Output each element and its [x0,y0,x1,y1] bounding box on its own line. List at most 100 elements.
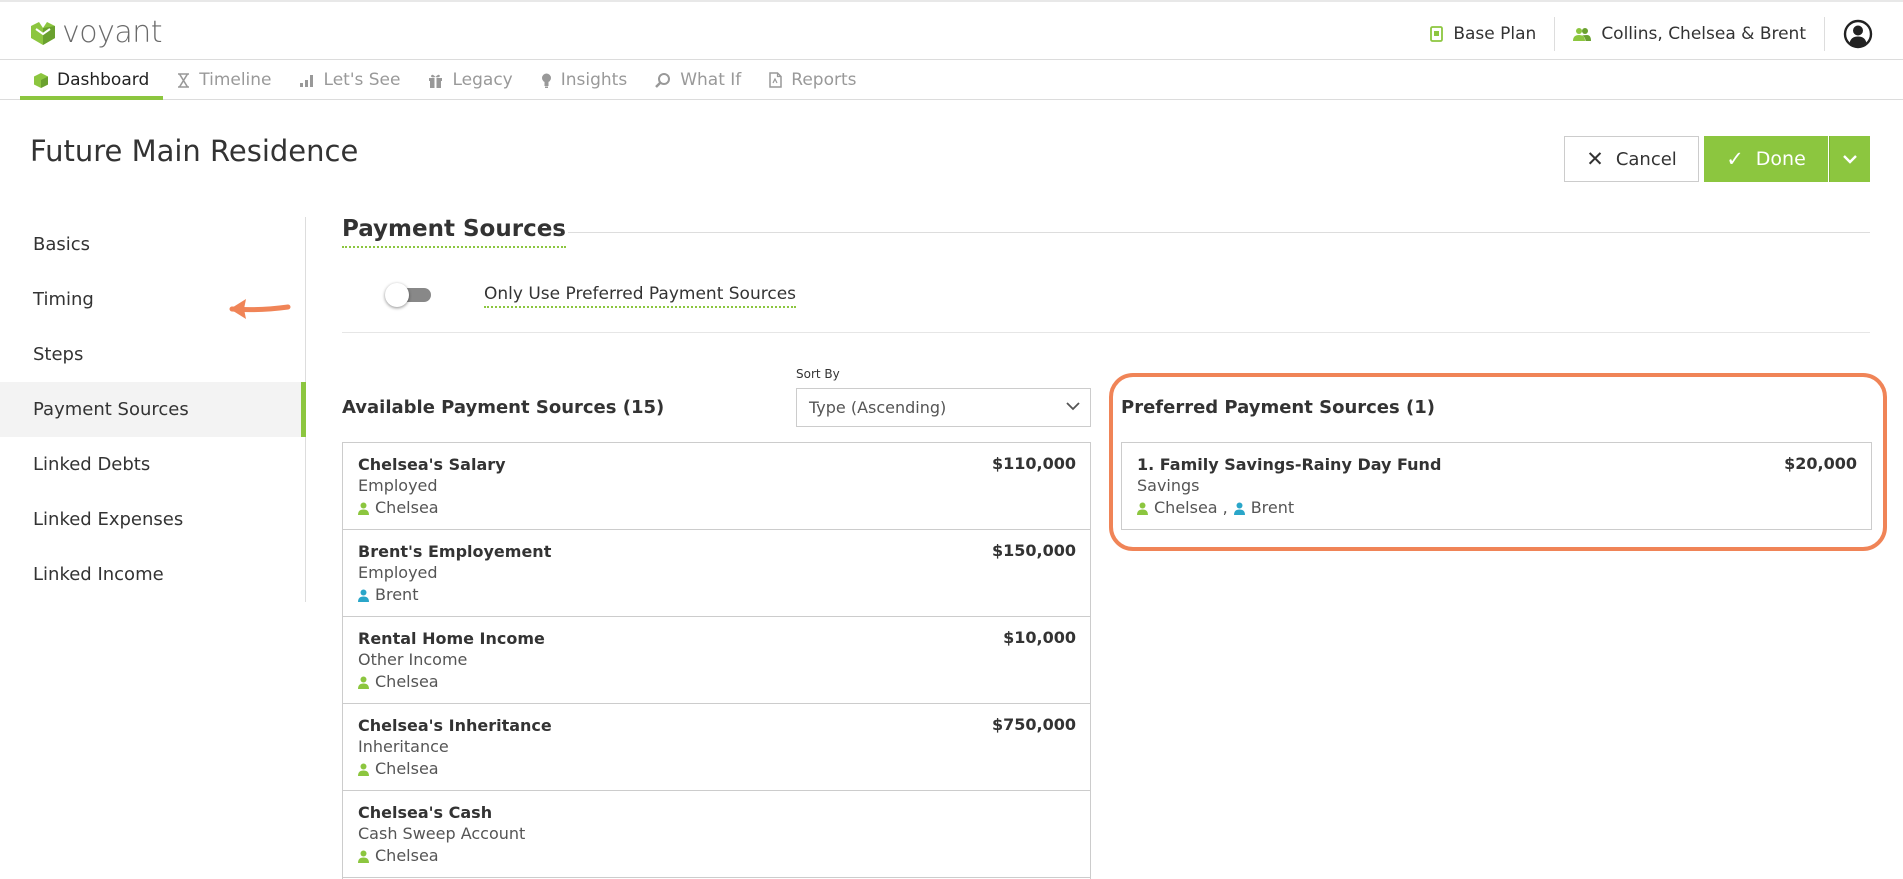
plan-selector[interactable]: Base Plan [1412,17,1554,51]
source-owner: Chelsea [358,758,1075,780]
toggle-knob [385,283,409,307]
cube-icon [34,72,48,88]
tab-label: Legacy [452,70,513,90]
user-account-icon [1843,19,1873,49]
source-type: Savings [1137,476,1200,495]
sidebar-item-label: Linked Expenses [33,509,184,530]
preferred-only-label[interactable]: Only Use Preferred Payment Sources [484,284,797,308]
tab-timeline[interactable]: Timeline [163,60,285,100]
person-icon [358,676,369,689]
person-icon [1233,502,1245,515]
tab-what-if[interactable]: What If [641,60,755,100]
available-sources-title: Available Payment Sources (15) [342,397,665,418]
person-icon [1137,502,1148,515]
sort-by-value: Type (Ascending) [809,398,947,417]
source-type: Employed [358,563,438,582]
annotation-arrow-icon [229,299,291,319]
list-item[interactable]: Rental Home Income Other Income Chelsea … [343,617,1090,704]
tab-lets-see[interactable]: Let's See [286,60,415,100]
brand-name: voyant [62,15,163,50]
source-name: 1. Family Savings-Rainy Day Fund [1137,455,1442,474]
tab-label: Timeline [199,70,272,90]
list-item[interactable]: Chelsea's Cash Cash Sweep Account Chelse… [343,791,1090,878]
owner-separator: , [1222,498,1228,517]
chevron-down-icon [1843,154,1857,164]
sidebar-item-label: Payment Sources [33,399,189,420]
preferred-only-toggle[interactable] [385,283,431,307]
tab-dashboard[interactable]: Dashboard [20,60,164,100]
page-title: Future Main Residence [30,134,359,168]
client-selector[interactable]: Collins, Chelsea & Brent [1555,17,1824,51]
source-owners: Chelsea , Brent [1137,497,1856,519]
section-sidebar: Basics Timing Steps Payment Sources Link… [0,217,306,602]
source-type: Employed [358,476,438,495]
sidebar-item-label: Steps [33,344,84,365]
preferred-sources-title: Preferred Payment Sources (1) [1121,397,1435,418]
person-icon [358,589,369,602]
sidebar-item-label: Linked Income [33,564,164,585]
source-amount: $150,000 [991,541,1076,560]
source-name: Chelsea's Inheritance [358,716,552,735]
people-icon [1573,27,1592,41]
magnifier-icon [655,72,671,88]
person-icon [358,850,369,863]
source-type: Cash Sweep Account [358,824,526,843]
tab-label: Dashboard [57,70,150,90]
tab-legacy[interactable]: Legacy [414,60,526,100]
tab-label: What If [680,70,742,90]
lightbulb-icon [541,73,551,88]
source-owner: Chelsea [358,671,1075,693]
chevron-down-icon [1066,402,1080,411]
plan-icon [1430,26,1444,42]
main-nav: Dashboard Timeline Let's See Legacy Insi… [0,60,1903,100]
source-type: Other Income [358,650,468,669]
cancel-button[interactable]: ✕ Cancel [1564,136,1699,182]
cancel-label: Cancel [1615,148,1677,170]
list-item[interactable]: 1. Family Savings-Rainy Day Fund Savings… [1122,443,1871,530]
source-name: Brent's Employement [358,542,552,561]
tab-label: Let's See [323,70,401,90]
tab-label: Insights [560,70,628,90]
source-name: Chelsea's Cash [358,803,493,822]
close-icon: ✕ [1586,147,1604,171]
logo[interactable]: voyant [30,15,163,50]
section-title: Payment Sources [342,216,566,248]
top-bar: voyant Base Plan Collins, Chelsea & Bren… [0,0,1903,60]
header-controls: Base Plan Collins, Chelsea & Brent [1412,14,1873,54]
owner-name: Brent [375,585,419,604]
source-amount: $110,000 [991,454,1076,473]
done-options-button[interactable] [1829,136,1870,182]
source-amount: $20,000 [1784,454,1857,473]
owner-name: Chelsea [375,672,439,691]
tab-insights[interactable]: Insights [527,60,641,100]
tab-reports[interactable]: Reports [755,60,870,100]
done-button[interactable]: ✓ Done [1704,136,1828,182]
section-divider [342,332,1870,333]
sidebar-item-payment-sources[interactable]: Payment Sources [0,382,306,437]
client-label: Collins, Chelsea & Brent [1601,24,1806,44]
section-divider [568,232,1870,233]
source-owner: Chelsea [358,845,1075,867]
voyant-logo-icon [31,22,55,45]
source-amount: $10,000 [1003,628,1076,647]
sort-by-select[interactable]: Type (Ascending) [796,388,1091,427]
sidebar-item-linked-debts[interactable]: Linked Debts [0,437,305,492]
sidebar-item-linked-income[interactable]: Linked Income [0,547,305,602]
list-item[interactable]: Chelsea's Inheritance Inheritance Chelse… [343,704,1090,791]
person-icon [358,502,369,515]
list-item[interactable]: Chelsea's Salary Employed Chelsea $110,0… [343,443,1090,530]
source-owner: Chelsea [358,497,1075,519]
sidebar-item-linked-expenses[interactable]: Linked Expenses [0,492,305,547]
available-sources-list: Chelsea's Salary Employed Chelsea $110,0… [342,442,1091,879]
sidebar-item-basics[interactable]: Basics [0,217,305,272]
sidebar-item-label: Timing [33,289,94,310]
done-label: Done [1755,148,1806,170]
sidebar-item-steps[interactable]: Steps [0,327,305,382]
source-owner: Brent [358,584,1075,606]
owner-name: Chelsea [1154,498,1218,517]
list-item[interactable]: Brent's Employement Employed Brent $150,… [343,530,1090,617]
sidebar-item-label: Linked Debts [33,454,151,475]
bar-chart-icon [299,74,313,87]
preferred-sources-list: 1. Family Savings-Rainy Day Fund Savings… [1121,442,1872,530]
account-button[interactable] [1825,17,1873,51]
